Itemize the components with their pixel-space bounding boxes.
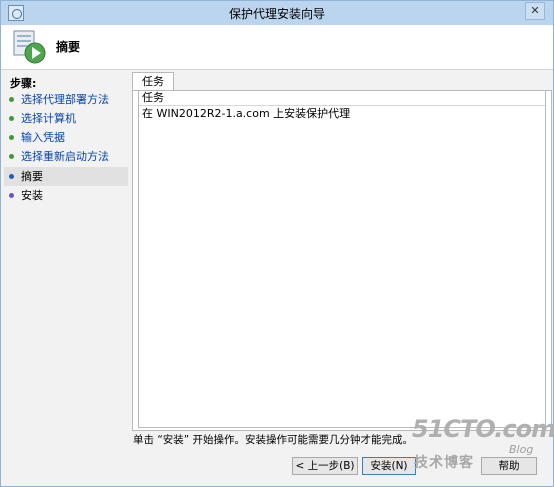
- step-status-icon: [9, 97, 14, 102]
- wizard-page-icon: [13, 30, 46, 64]
- watermark-logo: 51CTO.com: [412, 415, 554, 443]
- status-text: 单击 “安装” 开始操作。安装操作可能需要几分钟才能完成。: [133, 434, 414, 446]
- wizard-header: 摘要: [1, 25, 553, 70]
- install-button[interactable]: 安装(N): [362, 457, 416, 475]
- step-status-icon: [9, 174, 14, 179]
- step-item-select-computers[interactable]: 选择计算机: [4, 109, 128, 128]
- help-button[interactable]: 帮助: [481, 457, 537, 475]
- step-item-install: 安装: [4, 186, 128, 205]
- step-status-icon: [9, 135, 14, 140]
- back-button[interactable]: < 上一步(B): [292, 457, 358, 475]
- column-header-label: 任务: [142, 91, 164, 104]
- step-label: 选择计算机: [21, 112, 76, 125]
- task-list[interactable]: 任务 在 WIN2012R2-1.a.com 上安装保护代理: [138, 91, 546, 428]
- title-bar[interactable]: 保护代理安装向导 ✕: [1, 1, 553, 25]
- step-label: 选择重新启动方法: [21, 150, 109, 163]
- step-item-credentials[interactable]: 输入凭据: [4, 128, 128, 147]
- tab-content: 任务 在 WIN2012R2-1.a.com 上安装保护代理: [132, 90, 552, 431]
- window-title: 保护代理安装向导: [228, 7, 325, 21]
- step-item-restart-method[interactable]: 选择重新启动方法: [4, 147, 128, 166]
- step-label: 摘要: [21, 170, 43, 183]
- list-column-header[interactable]: 任务: [139, 91, 545, 106]
- step-item-deploy-method[interactable]: 选择代理部署方法: [4, 90, 128, 109]
- tab-tasks[interactable]: 任务: [132, 72, 174, 91]
- step-status-icon: [9, 154, 14, 159]
- step-label: 选择代理部署方法: [21, 93, 109, 106]
- page-title: 摘要: [56, 40, 81, 54]
- close-button[interactable]: ✕: [525, 2, 545, 20]
- step-label: 输入凭据: [21, 131, 65, 144]
- watermark-blog: Blog: [509, 443, 534, 456]
- watermark-subtitle: 技术博客: [414, 455, 474, 471]
- steps-panel: 步骤: 选择代理部署方法 选择计算机 输入凭据 选择重新启动方法 摘要 安装: [4, 71, 129, 486]
- wizard-window: 保护代理安装向导 ✕ 摘要 步骤: 选择代理部署方法 选择计算机 输入凭据 选择…: [0, 0, 554, 487]
- step-item-summary: 摘要: [4, 167, 128, 186]
- step-status-icon: [9, 193, 14, 198]
- step-status-icon: [9, 116, 14, 121]
- steps-heading: 步骤:: [10, 77, 37, 90]
- step-label: 安装: [21, 189, 43, 202]
- list-item[interactable]: 在 WIN2012R2-1.a.com 上安装保护代理: [142, 106, 350, 121]
